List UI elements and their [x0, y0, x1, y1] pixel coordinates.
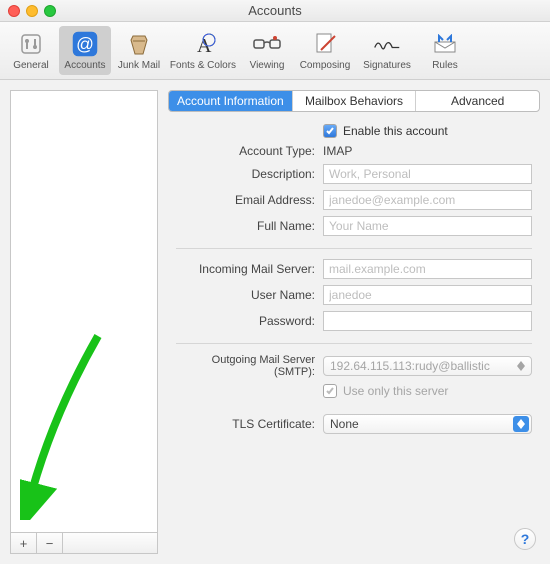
fullname-input[interactable] [323, 216, 532, 236]
smtp-value: 192.64.115.113:rudy@ballistic [330, 359, 490, 373]
toolbar-rules[interactable]: Rules [419, 26, 471, 75]
toolbar-label: Accounts [64, 60, 105, 71]
minus-icon: − [46, 536, 54, 551]
use-only-server-label: Use only this server [343, 384, 448, 398]
svg-text:@: @ [76, 34, 94, 54]
password-label: Password: [168, 314, 323, 328]
toolbar-label: Fonts & Colors [170, 60, 236, 71]
remove-account-button[interactable]: − [37, 533, 63, 553]
account-type-value: IMAP [323, 144, 540, 158]
toolbar-label: Signatures [363, 60, 411, 71]
divider [176, 343, 532, 344]
close-window-button[interactable] [8, 5, 20, 17]
switches-icon [17, 30, 45, 58]
description-input[interactable] [323, 164, 532, 184]
smtp-select[interactable]: 192.64.115.113:rudy@ballistic [323, 356, 532, 376]
incoming-server-input[interactable] [323, 259, 532, 279]
account-type-label: Account Type: [168, 144, 323, 158]
updown-icon [513, 416, 529, 432]
email-label: Email Address: [168, 193, 323, 207]
toolbar-fonts-colors[interactable]: A Fonts & Colors [167, 26, 239, 75]
toolbar-composing[interactable]: Composing [295, 26, 355, 75]
fonts-icon: A [189, 30, 217, 58]
accounts-list[interactable] [10, 90, 158, 532]
password-input[interactable] [323, 311, 532, 331]
toolbar-accounts[interactable]: @ Accounts [59, 26, 111, 75]
username-input[interactable] [323, 285, 532, 305]
toolbar-label: General [13, 60, 49, 71]
traffic-lights [8, 5, 56, 17]
use-only-server-checkbox[interactable] [323, 384, 337, 398]
toolbar-signatures[interactable]: Signatures [357, 26, 417, 75]
trash-icon [125, 30, 153, 58]
tab-account-information[interactable]: Account Information [169, 91, 293, 111]
titlebar: Accounts [0, 0, 550, 22]
accounts-sidebar: + − [10, 90, 158, 554]
tab-mailbox-behaviors[interactable]: Mailbox Behaviors [293, 91, 417, 111]
tls-select[interactable]: None [323, 414, 532, 434]
glasses-icon [253, 30, 281, 58]
account-tabs: Account Information Mailbox Behaviors Ad… [168, 90, 540, 112]
smtp-label: Outgoing Mail Server (SMTP): [168, 354, 323, 378]
question-icon: ? [521, 531, 530, 547]
updown-icon [513, 358, 529, 374]
description-label: Description: [168, 167, 323, 181]
toolbar-label: Rules [432, 60, 458, 71]
email-input[interactable] [323, 190, 532, 210]
incoming-server-label: Incoming Mail Server: [168, 262, 323, 276]
toolbar-junk-mail[interactable]: Junk Mail [113, 26, 165, 75]
enable-account-checkbox[interactable] [323, 124, 337, 138]
toolbar-label: Viewing [250, 60, 285, 71]
add-account-button[interactable]: + [11, 533, 37, 553]
tls-value: None [330, 417, 359, 431]
fullname-label: Full Name: [168, 219, 323, 233]
toolbar-label: Junk Mail [118, 60, 160, 71]
window-title: Accounts [0, 3, 550, 18]
divider [176, 248, 532, 249]
username-label: User Name: [168, 288, 323, 302]
tls-label: TLS Certificate: [168, 417, 323, 431]
zoom-window-button[interactable] [44, 5, 56, 17]
plus-icon: + [20, 536, 28, 551]
tab-advanced[interactable]: Advanced [416, 91, 539, 111]
enable-account-label: Enable this account [343, 124, 448, 138]
help-button[interactable]: ? [514, 528, 536, 550]
toolbar-label: Composing [300, 60, 351, 71]
signature-icon [373, 30, 401, 58]
preferences-toolbar: General @ Accounts Junk Mail A Fonts & C… [0, 22, 550, 80]
rules-icon [431, 30, 459, 58]
compose-icon [311, 30, 339, 58]
at-sign-icon: @ [71, 30, 99, 58]
toolbar-viewing[interactable]: Viewing [241, 26, 293, 75]
account-detail-pane: Account Information Mailbox Behaviors Ad… [168, 90, 540, 554]
toolbar-general[interactable]: General [5, 26, 57, 75]
minimize-window-button[interactable] [26, 5, 38, 17]
